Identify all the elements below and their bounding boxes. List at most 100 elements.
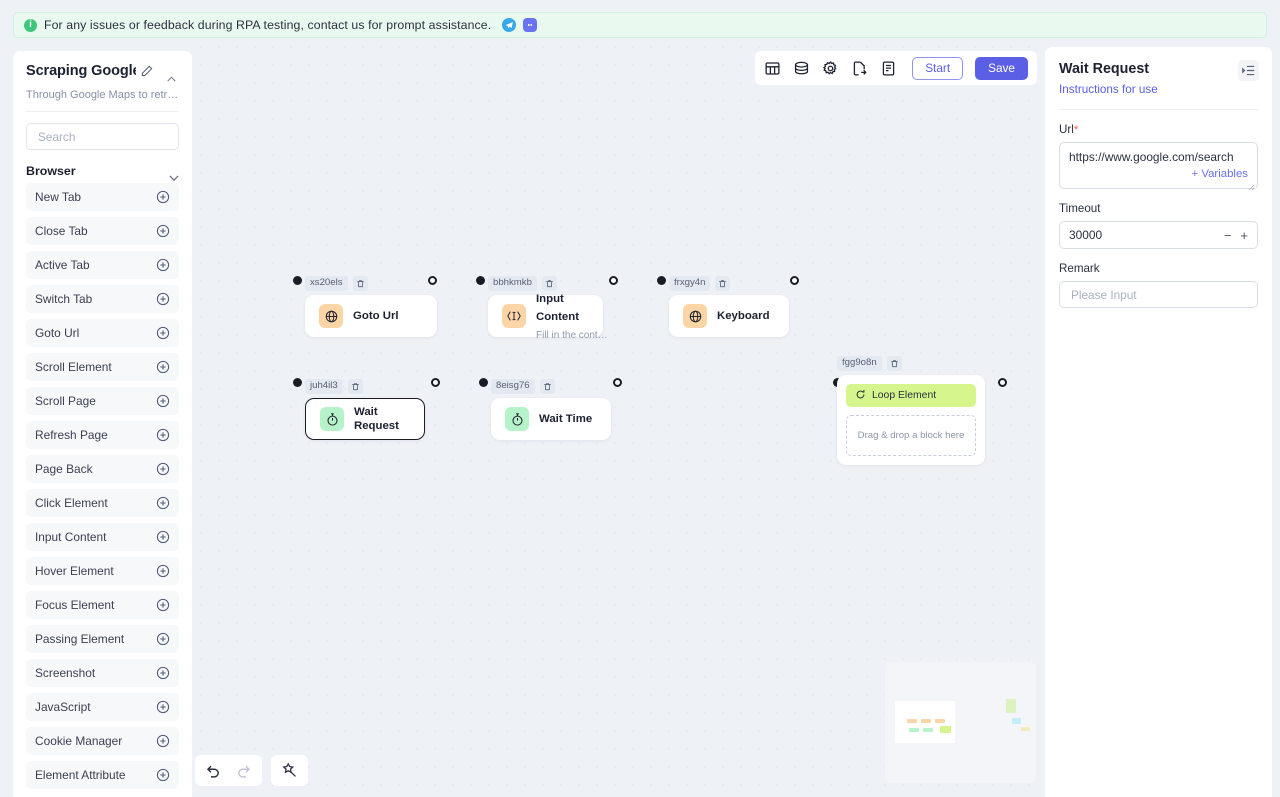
node-input-handle[interactable] (476, 276, 485, 285)
start-button[interactable]: Start (912, 56, 964, 80)
sidebar-item-new-tab[interactable]: New Tab (26, 183, 179, 211)
plus-circle-icon[interactable] (156, 292, 170, 306)
sidebar-item-click-element[interactable]: Click Element (26, 489, 179, 517)
plus-circle-icon[interactable] (156, 530, 170, 544)
node-body[interactable]: Goto Url (305, 295, 437, 337)
flow-node-input-content[interactable]: bbhkmkb Input Content Fill in the cont… (488, 276, 608, 341)
node-input-handle[interactable] (657, 276, 666, 285)
node-output-handle[interactable] (431, 378, 440, 387)
url-input[interactable]: https://www.google.com/search + Variable… (1059, 142, 1258, 191)
undo-icon[interactable] (205, 762, 222, 779)
sidebar-item-scroll-page[interactable]: Scroll Page (26, 387, 179, 415)
sidebar-item-input-content[interactable]: Input Content (26, 523, 179, 551)
plus-circle-icon[interactable] (156, 224, 170, 238)
plus-circle-icon[interactable] (156, 700, 170, 714)
redo-icon[interactable] (235, 762, 252, 779)
sidebar-item-close-tab[interactable]: Close Tab (26, 217, 179, 245)
flow-edges (192, 38, 492, 188)
flow-node-keyboard[interactable]: frxgy4n Keyboard (669, 276, 789, 337)
node-body-selected[interactable]: Wait Request (305, 398, 425, 440)
chevron-up-icon[interactable] (165, 73, 178, 86)
node-input-handle[interactable] (293, 378, 302, 387)
flow-node-wait-time[interactable]: 8eisg76 Wait Time (491, 379, 611, 440)
discord-icon[interactable] (523, 18, 538, 32)
resize-grip-icon[interactable] (1248, 179, 1255, 191)
sidebar-item-javascript[interactable]: JavaScript (26, 693, 179, 721)
plus-circle-icon[interactable] (156, 462, 170, 476)
chevron-down-icon[interactable] (169, 168, 179, 182)
plus-circle-icon[interactable] (156, 190, 170, 204)
flow-canvas[interactable]: Start Save xs20els Goto Url bbhkmkb Inpu… (192, 38, 1045, 797)
timeout-increment-button[interactable]: + (1240, 228, 1248, 243)
gear-icon[interactable] (822, 60, 839, 77)
timeout-decrement-button[interactable]: − (1224, 228, 1232, 243)
node-title: Keyboard (717, 309, 770, 322)
sidebar-item-scroll-element[interactable]: Scroll Element (26, 353, 179, 381)
node-output-handle[interactable] (790, 276, 799, 285)
sidebar-item-focus-element[interactable]: Focus Element (26, 591, 179, 619)
add-variables-link[interactable]: + Variables (1187, 166, 1248, 183)
remark-input[interactable] (1069, 286, 1248, 303)
plus-circle-icon[interactable] (156, 258, 170, 272)
telegram-icon[interactable] (502, 18, 517, 32)
plus-circle-icon[interactable] (156, 326, 170, 340)
sidebar-item-active-tab[interactable]: Active Tab (26, 251, 179, 279)
sidebar-group-browser[interactable]: Browser (26, 164, 179, 182)
plus-circle-icon[interactable] (156, 632, 170, 646)
timeout-input[interactable]: 30000 − + (1059, 221, 1258, 249)
plus-circle-icon[interactable] (156, 666, 170, 680)
table-icon[interactable] (764, 60, 781, 77)
node-output-handle[interactable] (613, 378, 622, 387)
trash-icon[interactable] (352, 276, 368, 291)
trash-icon[interactable] (539, 379, 555, 394)
plus-circle-icon[interactable] (156, 360, 170, 374)
sidebar-item-screenshot[interactable]: Screenshot (26, 659, 179, 687)
input-brackets-icon (502, 304, 526, 328)
indent-list-icon[interactable] (1238, 60, 1259, 81)
pencil-icon[interactable] (140, 64, 154, 78)
sidebar-item-refresh-page[interactable]: Refresh Page (26, 421, 179, 449)
flow-node-goto-url[interactable]: xs20els Goto Url (305, 276, 437, 337)
node-input-handle[interactable] (293, 276, 302, 285)
node-output-handle[interactable] (998, 378, 1007, 387)
instructions-link[interactable]: Instructions for use (1059, 83, 1158, 96)
trash-icon[interactable] (715, 276, 731, 291)
node-input-handle[interactable] (479, 378, 488, 387)
sidebar-item-page-back[interactable]: Page Back (26, 455, 179, 483)
loop-header[interactable]: Loop Element (846, 384, 976, 407)
plus-circle-icon[interactable] (156, 768, 170, 782)
search-box[interactable] (26, 123, 179, 150)
sidebar-item-cookie-manager[interactable]: Cookie Manager (26, 727, 179, 755)
plus-circle-icon[interactable] (156, 428, 170, 442)
plus-circle-icon[interactable] (156, 394, 170, 408)
search-input[interactable] (36, 128, 169, 145)
block-list: New Tab Close Tab Active Tab Switch Tab Goto… (13, 180, 192, 789)
node-output-handle[interactable] (428, 276, 437, 285)
loop-node-body[interactable]: Loop Element Drag & drop a block here (837, 375, 985, 465)
node-body[interactable]: Wait Time (491, 398, 611, 440)
flow-node-loop-element[interactable]: fgg9o8n Loop Element Drag & drop a block… (837, 356, 985, 465)
magic-wand-icon[interactable] (281, 762, 298, 779)
node-body[interactable]: Input Content Fill in the cont… (488, 293, 608, 341)
plus-circle-icon[interactable] (156, 564, 170, 578)
plus-circle-icon[interactable] (156, 598, 170, 612)
export-file-icon[interactable] (851, 60, 868, 77)
node-output-handle[interactable] (609, 276, 618, 285)
trash-icon[interactable] (886, 356, 902, 371)
log-document-icon[interactable] (880, 60, 897, 77)
database-icon[interactable] (793, 60, 810, 77)
plus-circle-icon[interactable] (156, 496, 170, 510)
sidebar-item-hover-element[interactable]: Hover Element (26, 557, 179, 585)
sidebar-item-switch-tab[interactable]: Switch Tab (26, 285, 179, 313)
save-button[interactable]: Save (975, 56, 1028, 80)
remark-box[interactable] (1059, 281, 1258, 308)
flow-node-wait-request[interactable]: juh4il3 Wait Request (305, 379, 425, 440)
sidebar-item-passing-element[interactable]: Passing Element (26, 625, 179, 653)
plus-circle-icon[interactable] (156, 734, 170, 748)
sidebar-item-goto-url[interactable]: Goto Url (26, 319, 179, 347)
loop-dropzone[interactable]: Drag & drop a block here (846, 415, 976, 456)
minimap[interactable] (885, 662, 1036, 783)
sidebar-item-element-attribute[interactable]: Element Attribute (26, 761, 179, 789)
trash-icon[interactable] (347, 379, 363, 394)
node-body[interactable]: Keyboard (669, 295, 789, 337)
